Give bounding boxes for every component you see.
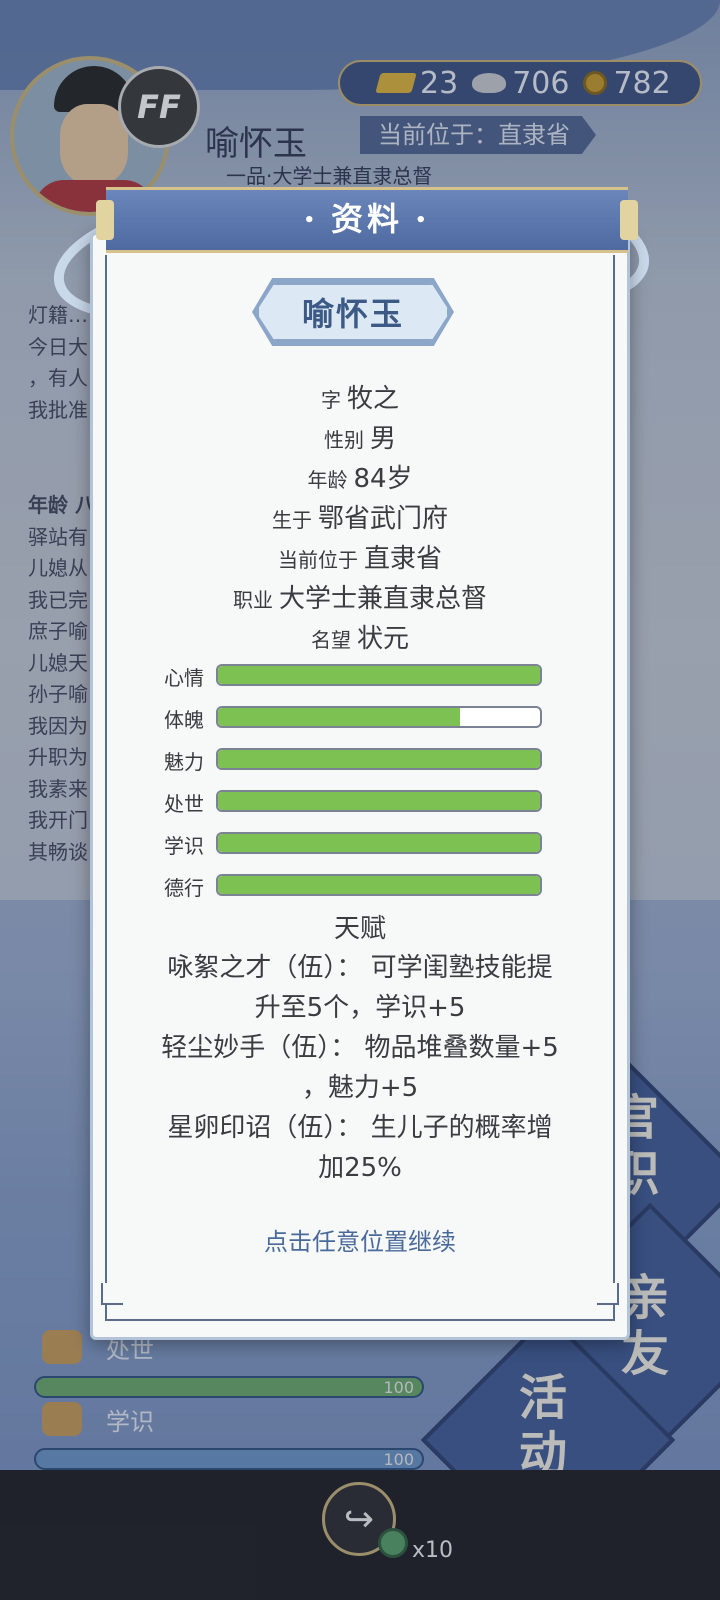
attribute-bar-fill bbox=[218, 876, 540, 894]
attribute-bar-fill bbox=[218, 834, 540, 852]
field-courtesy-name: 字牧之 bbox=[320, 384, 399, 414]
attribute-label: 魅力 bbox=[164, 750, 204, 774]
talent-item: 星卵印诏（伍）： 生儿子的概率增 加25% bbox=[167, 1113, 553, 1183]
attribute-row: 体魄 bbox=[160, 702, 550, 732]
field-age: 年龄 84岁 bbox=[307, 464, 413, 494]
attribute-label: 处世 bbox=[164, 792, 204, 816]
attribute-bar-track bbox=[216, 664, 542, 686]
frame-corner-ornament bbox=[101, 1283, 123, 1305]
field-current-location: 当前位于 直隶省 bbox=[277, 544, 442, 574]
talent-item: 轻尘妙手（伍）： 物品堆叠数量+5 ，魅力+5 bbox=[161, 1033, 559, 1103]
attribute-bar-track bbox=[216, 748, 542, 770]
attribute-bar-track bbox=[216, 790, 542, 812]
continue-hint[interactable]: 点击任意位置继续 bbox=[90, 1222, 630, 1257]
attribute-row: 心情 bbox=[160, 660, 550, 690]
field-reputation: 名望 状元 bbox=[310, 624, 409, 654]
attribute-bar-fill bbox=[218, 666, 540, 684]
attribute-row: 德行 bbox=[160, 870, 550, 900]
attribute-row: 学识 bbox=[160, 828, 550, 858]
attribute-bar-track bbox=[216, 706, 542, 728]
attribute-bar-fill bbox=[218, 792, 540, 810]
attribute-label: 心情 bbox=[164, 666, 204, 690]
attribute-bar-track bbox=[216, 832, 542, 854]
field-occupation: 职业 大学士兼直隶总督 bbox=[232, 584, 487, 614]
modal-title: • 资料 • bbox=[303, 200, 431, 238]
frame-corner-ornament bbox=[597, 1283, 619, 1305]
field-birthplace: 生于 鄂省武门府 bbox=[271, 504, 448, 534]
attribute-bar-track bbox=[216, 874, 542, 896]
attribute-label: 德行 bbox=[164, 876, 204, 900]
attribute-bar-fill bbox=[218, 708, 460, 726]
talent-item: 咏絮之才（伍）： 可学闺塾技能提 升至5个，学识+5 bbox=[167, 953, 553, 1023]
attribute-bar-fill bbox=[218, 750, 540, 768]
attribute-label: 学识 bbox=[164, 834, 204, 858]
attribute-row: 处世 bbox=[160, 786, 550, 816]
talent-heading: 天赋 bbox=[333, 914, 386, 944]
field-gender: 性别男 bbox=[323, 424, 396, 454]
attribute-label: 体魄 bbox=[164, 708, 204, 732]
attribute-row: 魅力 bbox=[160, 744, 550, 774]
character-name-plate: 喻怀玉 bbox=[256, 282, 450, 342]
